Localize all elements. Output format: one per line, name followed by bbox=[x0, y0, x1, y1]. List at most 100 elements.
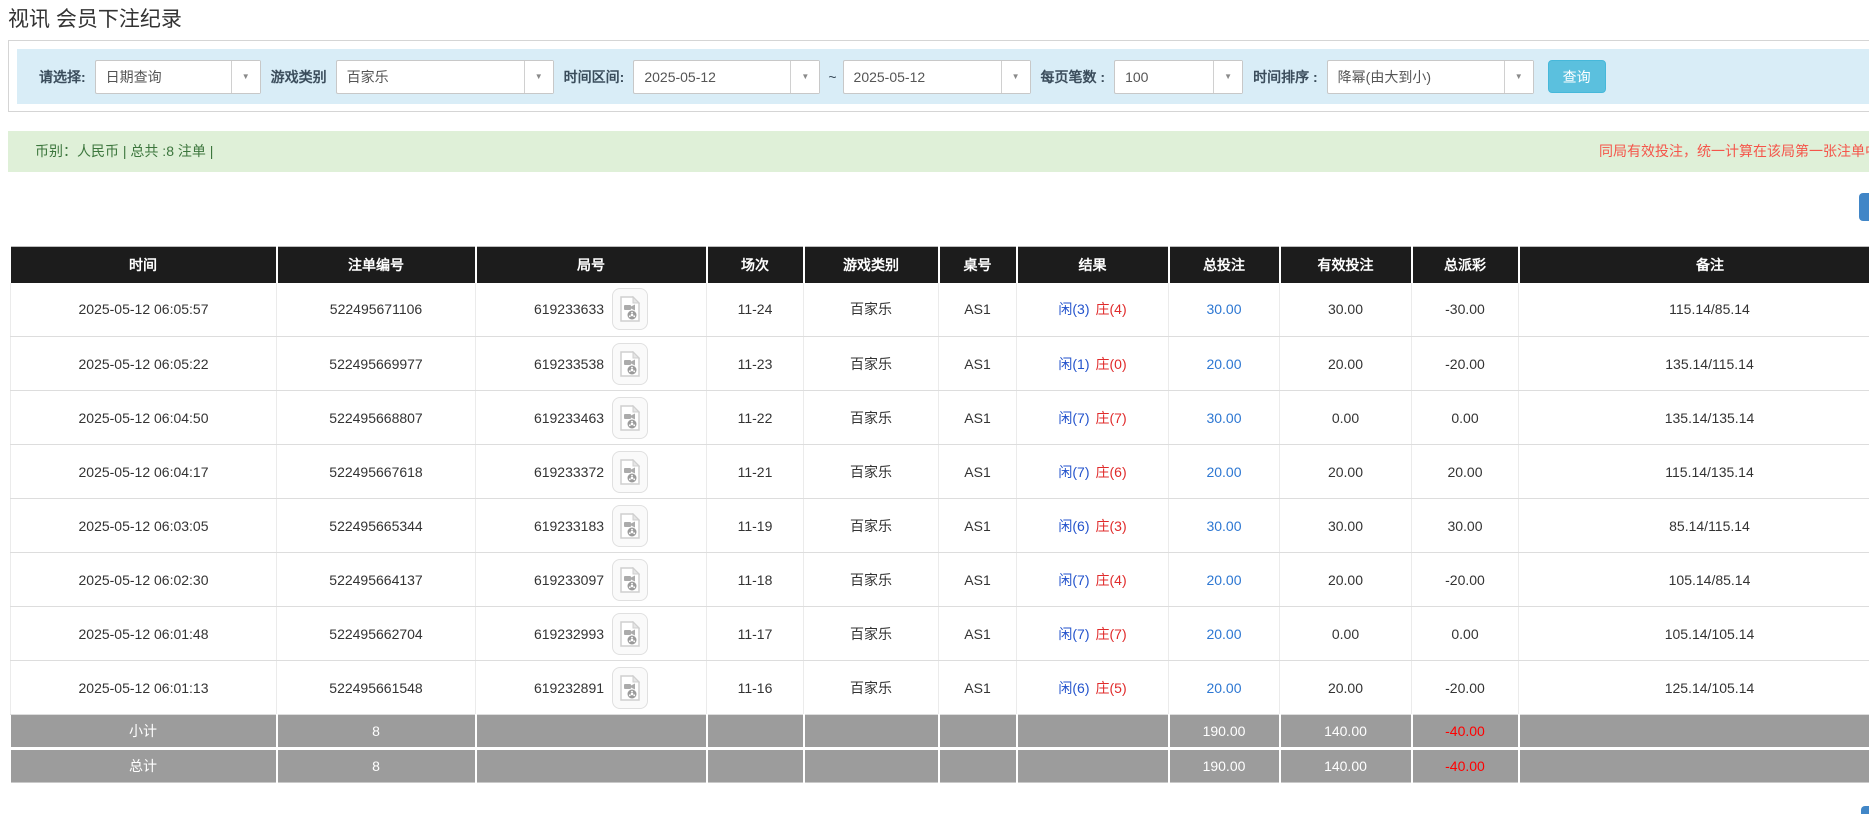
header-remark: 备注 bbox=[1519, 247, 1869, 283]
video-replay-button[interactable] bbox=[612, 613, 648, 655]
video-replay-button[interactable] bbox=[612, 667, 648, 709]
video-replay-button[interactable] bbox=[612, 559, 648, 601]
cell-session: 11-24 bbox=[707, 283, 804, 337]
chevron-down-icon: ▼ bbox=[790, 61, 819, 93]
total-bet-link[interactable]: 20.00 bbox=[1206, 464, 1241, 480]
cell-result: 闲(1) 庄(0) bbox=[1017, 337, 1169, 391]
query-type-label: 请选择: bbox=[39, 67, 86, 87]
time-sort-label: 时间排序 : bbox=[1253, 67, 1318, 87]
total-count: 8 bbox=[277, 749, 476, 783]
result-banker: 庄(7) bbox=[1096, 410, 1127, 426]
result-player: 闲(6) bbox=[1058, 518, 1089, 534]
video-replay-button[interactable] bbox=[612, 505, 648, 547]
range-separator: ~ bbox=[828, 69, 836, 85]
total-bet-link[interactable]: 20.00 bbox=[1206, 356, 1241, 372]
cell-session: 11-18 bbox=[707, 553, 804, 607]
subtotal-total-bet: 190.00 bbox=[1169, 715, 1280, 749]
cell-remark: 115.14/135.14 bbox=[1519, 445, 1869, 499]
cell-game-type: 百家乐 bbox=[804, 553, 939, 607]
total-bet-link[interactable]: 30.00 bbox=[1206, 301, 1241, 317]
total-payout: -40.00 bbox=[1412, 749, 1519, 783]
time-range-label: 时间区间: bbox=[564, 67, 625, 87]
video-replay-button[interactable] bbox=[612, 451, 648, 493]
result-player: 闲(7) bbox=[1058, 626, 1089, 642]
search-button[interactable]: 查询 bbox=[1548, 60, 1606, 93]
cell-valid-bet: 30.00 bbox=[1280, 283, 1412, 337]
total-bet-link[interactable]: 20.00 bbox=[1206, 572, 1241, 588]
cell-payout: 0.00 bbox=[1412, 391, 1519, 445]
page-size-value: 100 bbox=[1115, 61, 1213, 93]
cell-session: 11-16 bbox=[707, 661, 804, 715]
cell-table-no: AS1 bbox=[939, 283, 1017, 337]
total-valid-bet: 140.00 bbox=[1280, 749, 1412, 783]
result-player: 闲(7) bbox=[1058, 410, 1089, 426]
result-banker: 庄(7) bbox=[1096, 626, 1127, 642]
header-bet-number: 注单编号 bbox=[277, 247, 476, 283]
header-table-no: 桌号 bbox=[939, 247, 1017, 283]
query-type-value: 日期查询 bbox=[96, 61, 231, 93]
cell-valid-bet: 30.00 bbox=[1280, 499, 1412, 553]
chevron-down-icon: ▼ bbox=[1001, 61, 1030, 93]
subtotal-payout: -40.00 bbox=[1412, 715, 1519, 749]
cell-result: 闲(6)庄(5) bbox=[1017, 661, 1169, 715]
chevron-down-icon: ▼ bbox=[231, 61, 260, 93]
cell-table-no: AS1 bbox=[939, 337, 1017, 391]
result-banker: 庄(0) bbox=[1096, 356, 1127, 372]
cell-result: 闲(7)庄(4) bbox=[1017, 553, 1169, 607]
cell-time: 2025-05-12 06:05:57 bbox=[11, 283, 277, 337]
cell-total-bet: 30.00 bbox=[1169, 391, 1280, 445]
cell-remark: 115.14/85.14 bbox=[1519, 283, 1869, 337]
total-bet-link[interactable]: 20.00 bbox=[1206, 626, 1241, 642]
cell-game-type: 百家乐 bbox=[804, 445, 939, 499]
query-type-select[interactable]: 日期查询 ▼ bbox=[95, 60, 261, 94]
cell-table-no: AS1 bbox=[939, 607, 1017, 661]
table-row: 2025-05-12 06:05:22 522495669977 6192335… bbox=[11, 337, 1869, 391]
table-row: 2025-05-12 06:03:05 522495665344 6192331… bbox=[11, 499, 1869, 553]
video-replay-button[interactable] bbox=[612, 288, 648, 330]
date-from-select[interactable]: 2025-05-12 ▼ bbox=[633, 60, 820, 94]
total-label: 总计 bbox=[11, 749, 277, 783]
cell-bet-number: 522495671106 bbox=[277, 283, 476, 337]
subtotal-label: 小计 bbox=[11, 715, 277, 749]
result-player: 闲(1) bbox=[1058, 356, 1089, 372]
table-row: 2025-05-12 06:02:30 522495664137 6192330… bbox=[11, 553, 1869, 607]
game-category-select[interactable]: 百家乐 ▼ bbox=[336, 60, 554, 94]
clipped-corner-element[interactable] bbox=[1861, 806, 1869, 814]
table-row: 2025-05-12 06:01:48 522495662704 6192329… bbox=[11, 607, 1869, 661]
round-number: 619232891 bbox=[534, 680, 604, 696]
cell-bet-number: 522495661548 bbox=[277, 661, 476, 715]
cell-payout: -20.00 bbox=[1412, 661, 1519, 715]
cell-game-type: 百家乐 bbox=[804, 337, 939, 391]
subtotal-count: 8 bbox=[277, 715, 476, 749]
cell-bet-number: 522495668807 bbox=[277, 391, 476, 445]
summary-bar: 币别：人民币 | 总共 :8 注单 | 同局有效投注，统一计算在该局第一张注单中 bbox=[8, 131, 1869, 172]
cell-time: 2025-05-12 06:03:05 bbox=[11, 499, 277, 553]
clipped-action-button[interactable] bbox=[1859, 193, 1869, 221]
time-sort-select[interactable]: 降幂(由大到小) ▼ bbox=[1327, 60, 1534, 94]
video-replay-button[interactable] bbox=[612, 343, 648, 385]
cell-valid-bet: 0.00 bbox=[1280, 391, 1412, 445]
cell-table-no: AS1 bbox=[939, 391, 1017, 445]
cell-result: 闲(6)庄(3) bbox=[1017, 499, 1169, 553]
header-time: 时间 bbox=[11, 247, 277, 283]
total-bet-link[interactable]: 30.00 bbox=[1206, 410, 1241, 426]
cell-table-no: AS1 bbox=[939, 445, 1017, 499]
total-total-bet: 190.00 bbox=[1169, 749, 1280, 783]
cell-bet-number: 522495664137 bbox=[277, 553, 476, 607]
page-size-label: 每页笔数 : bbox=[1041, 67, 1106, 87]
cell-game-type: 百家乐 bbox=[804, 661, 939, 715]
header-payout: 总派彩 bbox=[1412, 247, 1519, 283]
date-to-select[interactable]: 2025-05-12 ▼ bbox=[843, 60, 1031, 94]
cell-result: 闲(7)庄(6) bbox=[1017, 445, 1169, 499]
cell-result: 闲(7) 庄(7) bbox=[1017, 607, 1169, 661]
total-bet-link[interactable]: 20.00 bbox=[1206, 680, 1241, 696]
chevron-down-icon: ▼ bbox=[1213, 61, 1242, 93]
page-size-select[interactable]: 100 ▼ bbox=[1114, 60, 1243, 94]
cell-game-type: 百家乐 bbox=[804, 391, 939, 445]
video-replay-button[interactable] bbox=[612, 397, 648, 439]
cell-time: 2025-05-12 06:04:17 bbox=[11, 445, 277, 499]
video-file-icon bbox=[620, 459, 640, 485]
round-number: 619233372 bbox=[534, 464, 604, 480]
round-number: 619233097 bbox=[534, 572, 604, 588]
total-bet-link[interactable]: 30.00 bbox=[1206, 518, 1241, 534]
